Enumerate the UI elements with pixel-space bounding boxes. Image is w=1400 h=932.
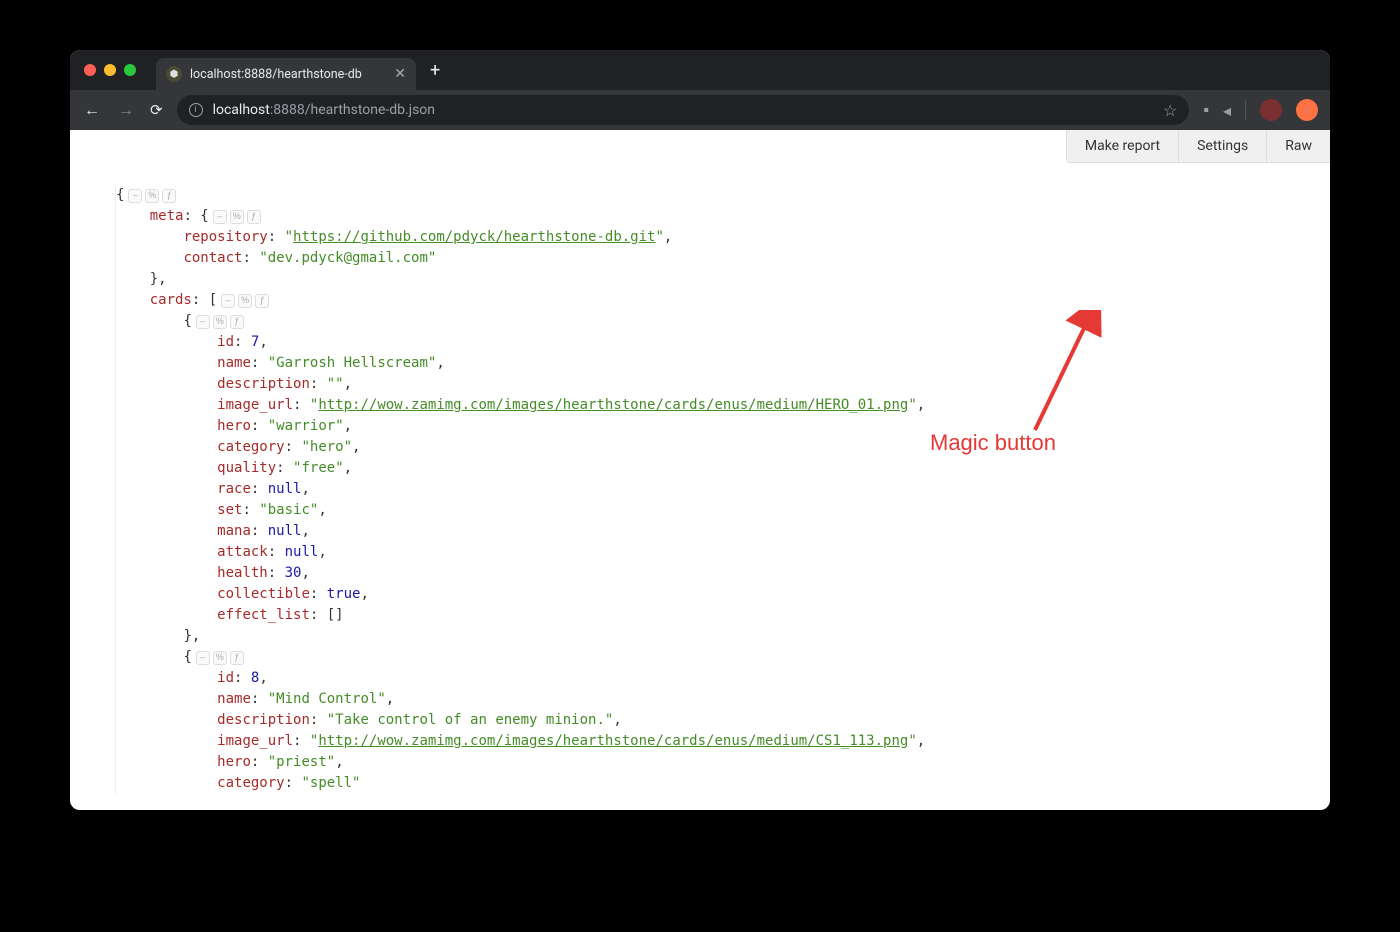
json-link[interactable]: http://wow.zamimg.com/images/hearthstone… — [318, 733, 908, 749]
window-controls — [84, 64, 136, 76]
close-window-button[interactable] — [84, 64, 96, 76]
percent-button[interactable]: % — [145, 189, 159, 203]
percent-button[interactable]: % — [230, 210, 244, 224]
extension-icon-2[interactable]: ◂ — [1223, 101, 1231, 120]
fn-button[interactable]: ƒ — [230, 315, 244, 329]
json-viewer-toolbar: Make report Settings Raw — [1066, 130, 1330, 163]
url-text: localhost:8888/hearthstone-db.json — [213, 102, 435, 118]
percent-button[interactable]: % — [213, 651, 227, 665]
collapse-button[interactable]: – — [213, 210, 227, 224]
collapse-button[interactable]: – — [221, 294, 235, 308]
favicon-icon: ⬢ — [166, 66, 182, 82]
browser-window: ⬢ localhost:8888/hearthstone-db ✕ + ← → … — [70, 50, 1330, 810]
back-button[interactable]: ← — [82, 100, 102, 120]
percent-button[interactable]: % — [238, 294, 252, 308]
fn-button[interactable]: ƒ — [162, 189, 176, 203]
settings-button[interactable]: Settings — [1179, 130, 1267, 162]
browser-tab[interactable]: ⬢ localhost:8888/hearthstone-db ✕ — [156, 58, 416, 90]
json-link[interactable]: http://wow.zamimg.com/images/hearthstone… — [318, 397, 908, 413]
reload-button[interactable]: ⟳ — [150, 101, 163, 119]
collapse-button[interactable]: – — [196, 315, 210, 329]
toolbar-right: ▪ ◂ ↑ — [1203, 99, 1318, 121]
forward-button[interactable]: → — [116, 100, 136, 120]
collapse-button[interactable]: – — [128, 189, 142, 203]
percent-button[interactable]: % — [213, 315, 227, 329]
annotation-label: Magic button — [930, 430, 1056, 456]
maximize-window-button[interactable] — [124, 64, 136, 76]
page-content: Make report Settings Raw {–%ƒ meta: {–%ƒ… — [70, 130, 1330, 810]
fn-button[interactable]: ƒ — [247, 210, 261, 224]
minimize-window-button[interactable] — [104, 64, 116, 76]
fn-button[interactable]: ƒ — [255, 294, 269, 308]
profile-avatar[interactable] — [1260, 99, 1282, 121]
tab-bar: ⬢ localhost:8888/hearthstone-db ✕ + — [70, 50, 1330, 90]
make-report-button[interactable]: Make report — [1067, 130, 1179, 162]
site-info-icon[interactable]: i — [189, 103, 203, 117]
fn-button[interactable]: ƒ — [230, 651, 244, 665]
close-tab-button[interactable]: ✕ — [394, 66, 406, 82]
update-button[interactable]: ↑ — [1296, 99, 1318, 121]
bookmark-star-icon[interactable]: ☆ — [1163, 101, 1177, 120]
json-viewer: {–%ƒ meta: {–%ƒ repository: "https://git… — [115, 185, 1300, 794]
extension-icon-1[interactable]: ▪ — [1203, 100, 1209, 120]
new-tab-button[interactable]: + — [430, 60, 440, 81]
collapse-button[interactable]: – — [196, 651, 210, 665]
raw-button[interactable]: Raw — [1267, 130, 1330, 162]
tab-title: localhost:8888/hearthstone-db — [190, 67, 362, 82]
json-link[interactable]: https://github.com/pdyck/hearthstone-db.… — [293, 229, 655, 245]
divider — [1245, 100, 1246, 120]
address-bar: ← → ⟳ i localhost:8888/hearthstone-db.js… — [70, 90, 1330, 130]
url-input[interactable]: i localhost:8888/hearthstone-db.json ☆ — [177, 95, 1190, 125]
